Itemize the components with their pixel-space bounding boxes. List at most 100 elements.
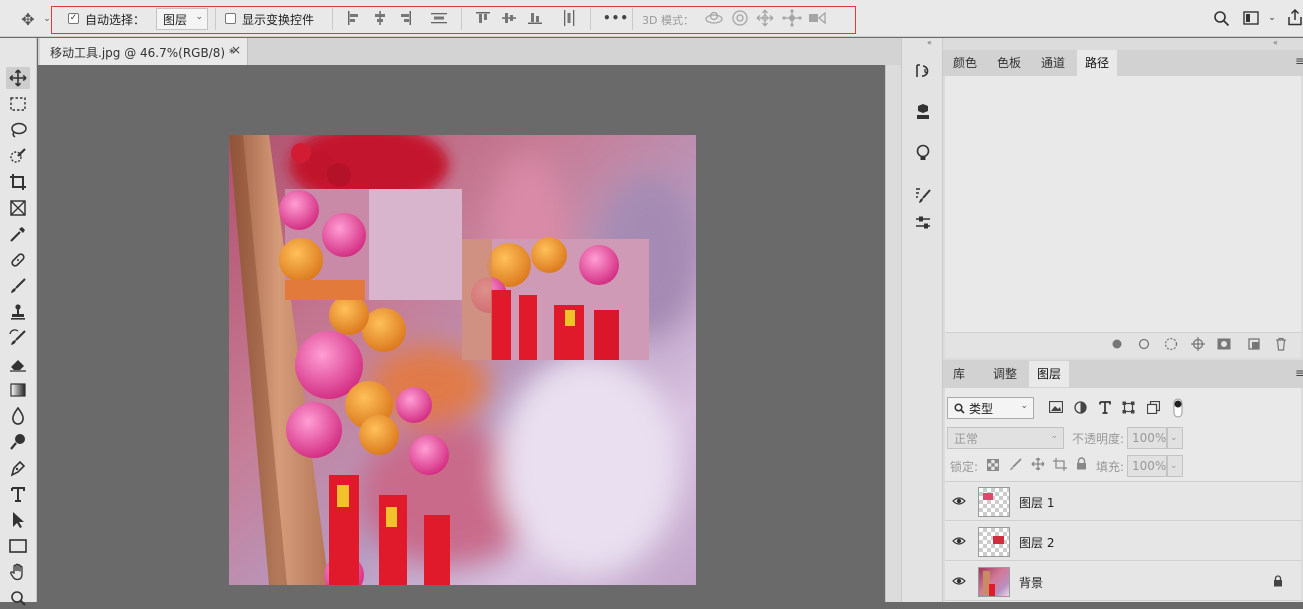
tab-color[interactable]: 颜色 — [945, 50, 985, 76]
divider — [632, 8, 633, 30]
layer-thumbnail — [978, 527, 1010, 557]
distribute-vertical-icon[interactable] — [431, 11, 447, 25]
history-brush-tool-icon[interactable] — [6, 327, 30, 349]
auto-select-target-select[interactable]: 图层 ⌄ — [156, 8, 208, 30]
dock-collapse-icon[interactable]: « — [927, 38, 932, 47]
filter-type-icon[interactable] — [1099, 401, 1111, 414]
document-tab[interactable]: 移动工具.jpg @ 46.7%(RGB/8) * × — [40, 38, 248, 65]
filter-smart-object-icon[interactable] — [1147, 401, 1160, 414]
slide-3d-icon[interactable] — [782, 9, 802, 27]
divider — [332, 8, 333, 30]
rectangular-marquee-tool-icon[interactable] — [6, 93, 30, 115]
filter-adjustment-icon[interactable] — [1074, 401, 1087, 414]
tab-layers[interactable]: 图层 — [1029, 361, 1070, 387]
distribute-horizontal-icon[interactable] — [562, 10, 576, 26]
blend-mode-select[interactable]: 正常 ⌄ — [947, 427, 1064, 449]
load-selection-icon[interactable] — [1164, 337, 1178, 351]
zoom-tool-icon[interactable] — [6, 587, 30, 609]
filter-shape-icon[interactable] — [1122, 401, 1135, 414]
auto-select-checkbox[interactable]: ✓ — [68, 13, 79, 24]
search-icon[interactable] — [1213, 10, 1230, 27]
clone-stamp-tool-icon[interactable] — [6, 301, 30, 323]
opacity-dropdown[interactable]: ⌄ — [1167, 427, 1183, 449]
lock-artboard-icon[interactable] — [1053, 458, 1067, 471]
document-canvas[interactable] — [229, 135, 696, 585]
align-vertical-center-icon[interactable] — [502, 11, 516, 25]
quick-selection-tool-icon[interactable] — [6, 145, 30, 167]
tab-paths[interactable]: 路径 — [1077, 50, 1118, 76]
lock-image-pixels-icon[interactable] — [1009, 458, 1022, 471]
chevron-down-icon[interactable]: ⌄ — [1266, 10, 1278, 26]
lock-all-icon[interactable] — [1076, 457, 1087, 470]
new-path-icon[interactable] — [1247, 337, 1261, 351]
filter-pixel-icon[interactable] — [1049, 401, 1063, 413]
panel-collapse-icon[interactable]: « — [1273, 38, 1278, 47]
stroke-path-icon[interactable] — [1138, 338, 1150, 350]
divider — [215, 8, 216, 30]
workspace-icon[interactable] — [1243, 11, 1259, 25]
scale-3d-icon[interactable] — [808, 11, 828, 25]
tab-adjustments[interactable]: 调整 — [985, 361, 1025, 387]
eye-icon[interactable] — [952, 496, 966, 506]
opacity-input[interactable]: 100% — [1127, 427, 1167, 449]
fill-path-icon[interactable] — [1111, 338, 1123, 350]
vertical-scrollbar[interactable] — [885, 65, 901, 602]
tab-swatches[interactable]: 色板 — [989, 50, 1029, 76]
close-tab-icon[interactable]: × — [231, 43, 241, 57]
panel-menu-icon[interactable]: ≡ — [1295, 366, 1303, 380]
layer-row[interactable]: 背景 — [945, 562, 1301, 601]
lasso-tool-icon[interactable] — [6, 119, 30, 141]
3d-panel-icon[interactable] — [911, 101, 935, 123]
add-mask-icon[interactable] — [1217, 338, 1231, 350]
fill-dropdown[interactable]: ⌄ — [1167, 455, 1183, 477]
make-work-path-icon[interactable] — [1190, 336, 1206, 352]
healing-brush-tool-icon[interactable] — [6, 249, 30, 271]
tab-libraries[interactable]: 库 — [945, 361, 973, 387]
blur-tool-icon[interactable] — [6, 405, 30, 427]
delete-path-icon[interactable] — [1274, 337, 1288, 351]
align-right-icon[interactable] — [398, 11, 412, 25]
history-panel-icon[interactable] — [911, 60, 935, 82]
chevron-down-icon: ⌄ — [1020, 401, 1028, 411]
panel-menu-icon[interactable]: ≡ — [1295, 54, 1303, 68]
layer-row[interactable]: 图层 2 — [945, 522, 1301, 561]
lightbulb-icon[interactable] — [911, 142, 935, 164]
roll-3d-icon[interactable] — [731, 9, 749, 27]
tab-channels[interactable]: 通道 — [1033, 50, 1073, 76]
filter-toggle-icon[interactable] — [1173, 398, 1183, 418]
orbit-3d-icon[interactable] — [704, 10, 724, 26]
align-left-icon[interactable] — [347, 11, 361, 25]
layer-filter-select[interactable]: 类型 ⌄ — [947, 397, 1034, 419]
eye-icon[interactable] — [952, 576, 966, 586]
move-tool-preset-icon[interactable]: ✥ — [16, 8, 40, 30]
type-tool-icon[interactable] — [6, 483, 30, 505]
fill-input[interactable]: 100% — [1127, 455, 1167, 477]
frame-tool-icon[interactable] — [6, 197, 30, 219]
lock-position-icon[interactable] — [1031, 457, 1045, 471]
brush-tool-icon[interactable] — [6, 275, 30, 297]
hand-tool-icon[interactable] — [6, 561, 30, 583]
path-selection-tool-icon[interactable] — [6, 509, 30, 531]
share-icon[interactable] — [1287, 9, 1303, 26]
dodge-tool-icon[interactable] — [6, 431, 30, 453]
more-options-button[interactable]: ••• — [603, 11, 629, 25]
align-top-icon[interactable] — [476, 11, 490, 25]
align-horizontal-center-icon[interactable] — [373, 11, 387, 25]
gradient-tool-icon[interactable] — [6, 379, 30, 401]
brush-settings-icon[interactable] — [911, 184, 935, 206]
rectangle-tool-icon[interactable] — [6, 535, 30, 557]
crop-tool-icon[interactable] — [6, 171, 30, 193]
pan-3d-icon[interactable] — [756, 9, 774, 27]
layer-row[interactable]: 图层 1 — [945, 482, 1301, 521]
show-transform-checkbox[interactable] — [225, 13, 236, 24]
align-bottom-icon[interactable] — [528, 11, 542, 25]
eraser-tool-icon[interactable] — [6, 353, 30, 375]
eye-icon[interactable] — [952, 536, 966, 546]
canvas-area[interactable] — [38, 65, 885, 602]
eyedropper-tool-icon[interactable] — [6, 223, 30, 245]
lock-transparent-pixels-icon[interactable] — [987, 459, 999, 471]
pen-tool-icon[interactable] — [6, 457, 30, 479]
adjustments-panel-icon[interactable] — [911, 212, 935, 234]
move-tool-icon[interactable] — [6, 67, 30, 89]
auto-select-label: 自动选择： — [85, 13, 146, 27]
